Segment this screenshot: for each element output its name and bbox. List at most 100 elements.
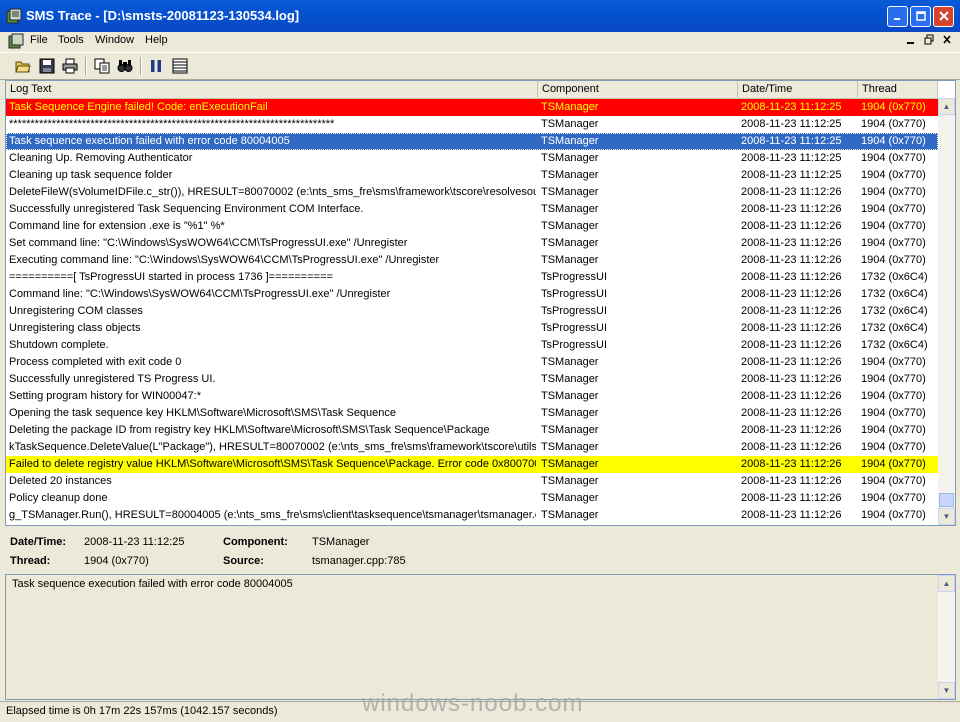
datetime-cell: 2008-11-23 11:12:26 xyxy=(741,220,842,232)
mdi-close-button[interactable] xyxy=(942,34,952,49)
scroll-down-button[interactable]: ▼ xyxy=(938,682,955,699)
thread-cell: 1904 (0x770) xyxy=(861,407,926,419)
component-cell: TSManager xyxy=(541,203,599,215)
datetime-cell: 2008-11-23 11:12:26 xyxy=(741,407,842,419)
component-cell: TSManager xyxy=(541,186,599,198)
toolbar xyxy=(0,52,960,80)
log-row[interactable]: Task Sequence Engine failed! Code: enExe… xyxy=(6,99,938,116)
log-row[interactable]: Process completed with exit code 0 TSMana… xyxy=(6,354,938,371)
log-row[interactable]: Shutdown complete. TsProgressUI 2008-11-23… xyxy=(6,337,938,354)
log-row[interactable]: ==========[ TsProgressUI started in proc… xyxy=(6,269,938,286)
log-list-scrollbar[interactable]: ▲ ▼ xyxy=(938,98,955,525)
component-cell: TSManager xyxy=(541,254,599,266)
log-row[interactable]: Cleaning Up. Removing Authenticator TSMan… xyxy=(6,150,938,167)
datetime-cell: 2008-11-23 11:12:25 xyxy=(741,135,842,147)
toolbar-separator xyxy=(85,57,87,75)
log-row[interactable]: Unregistering COM classes TsProgressUI 200… xyxy=(6,303,938,320)
log-text-cell: Successfully unregistered TS Progress UI… xyxy=(9,373,216,385)
log-text-cell: Set command line: "C:\Windows\SysWOW64\C… xyxy=(9,237,408,249)
thread-cell: 1904 (0x770) xyxy=(861,169,926,181)
datetime-cell: 2008-11-23 11:12:26 xyxy=(741,356,842,368)
datetime-cell: 2008-11-23 11:12:26 xyxy=(741,271,842,283)
thread-cell: 1732 (0x6C4) xyxy=(861,305,928,317)
log-text-cell: Setting program history for WIN00047:* xyxy=(9,390,201,402)
column-header-thread[interactable]: Thread xyxy=(858,81,938,97)
log-row[interactable]: ****************************************… xyxy=(6,116,938,133)
menu-file[interactable]: File xyxy=(30,34,48,46)
component-cell: TSManager xyxy=(541,458,599,470)
message-text-area[interactable]: Task sequence execution failed with erro… xyxy=(5,574,956,700)
log-row[interactable]: Policy cleanup done TSManager 2008-11-23 1… xyxy=(6,490,938,507)
thread-value: 1904 (0x770) xyxy=(84,555,149,567)
thread-cell: 1904 (0x770) xyxy=(861,186,926,198)
window-title: SMS Trace - [D:\smsts-20081123-130534.lo… xyxy=(26,8,300,23)
log-row[interactable]: Command line for extension .exe is "%1" … xyxy=(6,218,938,235)
datetime-cell: 2008-11-23 11:12:26 xyxy=(741,254,842,266)
menu-help[interactable]: Help xyxy=(145,34,168,46)
document-icon[interactable] xyxy=(8,33,24,49)
datetime-cell: 2008-11-23 11:12:26 xyxy=(741,475,842,487)
log-row[interactable]: Failed to delete registry value HKLM\Sof… xyxy=(6,456,938,473)
minimize-button[interactable] xyxy=(887,6,908,27)
datetime-cell: 2008-11-23 11:12:26 xyxy=(741,373,842,385)
datetime-cell: 2008-11-23 11:12:26 xyxy=(741,322,842,334)
log-row[interactable]: Setting program history for WIN00047:* TS… xyxy=(6,388,938,405)
log-row[interactable]: Unregistering class objects TsProgressUI 2… xyxy=(6,320,938,337)
scroll-up-button[interactable]: ▲ xyxy=(938,98,955,115)
datetime-cell: 2008-11-23 11:12:25 xyxy=(741,152,842,164)
log-row[interactable]: Opening the task sequence key HKLM\Softw… xyxy=(6,405,938,422)
filter-icon xyxy=(172,58,188,74)
thread-cell: 1904 (0x770) xyxy=(861,203,926,215)
menu-tools[interactable]: Tools xyxy=(58,34,84,46)
log-row[interactable]: Cleaning up task sequence folder TSManage… xyxy=(6,167,938,184)
log-text-cell: Shutdown complete. xyxy=(9,339,109,351)
log-row[interactable]: Successfully unregistered TS Progress UI… xyxy=(6,371,938,388)
log-row[interactable]: g_TSManager.Run(), HRESULT=80004005 (e:\… xyxy=(6,507,938,524)
column-header-datetime[interactable]: Date/Time xyxy=(738,81,858,97)
log-text-cell: Unregistering COM classes xyxy=(9,305,143,317)
log-row[interactable]: Successfully unregistered Task Sequencin… xyxy=(6,201,938,218)
scroll-thumb[interactable] xyxy=(939,493,954,507)
log-text-cell: Failed to delete registry value HKLM\Sof… xyxy=(9,458,536,470)
datetime-cell: 2008-11-23 11:12:25 xyxy=(741,118,842,130)
menu-window[interactable]: Window xyxy=(95,34,134,46)
minimize-icon xyxy=(893,18,900,20)
close-button[interactable] xyxy=(933,6,954,27)
mdi-restore-button[interactable] xyxy=(924,34,934,49)
component-cell: TSManager xyxy=(541,169,599,181)
component-cell: TsProgressUI xyxy=(541,288,608,300)
log-row[interactable]: Task sequence execution failed with erro… xyxy=(6,133,938,150)
print-button[interactable] xyxy=(60,57,80,75)
log-list[interactable]: Log Text Component Date/Time Thread Task… xyxy=(5,80,956,526)
log-row[interactable]: kTaskSequence.DeleteValue(L"Package"), H… xyxy=(6,439,938,456)
datetime-cell: 2008-11-23 11:12:26 xyxy=(741,288,842,300)
toolbar-separator xyxy=(140,57,142,75)
column-header-log-text[interactable]: Log Text xyxy=(6,81,538,97)
thread-cell: 1904 (0x770) xyxy=(861,118,926,130)
scroll-up-button[interactable]: ▲ xyxy=(938,575,955,592)
thread-cell: 1904 (0x770) xyxy=(861,101,926,113)
log-row[interactable]: Command line: "C:\Windows\SysWOW64\CCM\T… xyxy=(6,286,938,303)
copy-button[interactable] xyxy=(92,57,112,75)
thread-cell: 1904 (0x770) xyxy=(861,509,926,521)
filter-button[interactable] xyxy=(170,57,190,75)
thread-cell: 1904 (0x770) xyxy=(861,254,926,266)
save-button[interactable] xyxy=(37,57,57,75)
find-button[interactable] xyxy=(115,57,135,75)
log-row[interactable]: Deleting the package ID from registry ke… xyxy=(6,422,938,439)
scroll-down-button[interactable]: ▼ xyxy=(938,508,955,525)
pause-button[interactable] xyxy=(146,57,166,75)
datetime-cell: 2008-11-23 11:12:26 xyxy=(741,458,842,470)
log-row[interactable]: DeleteFileW(sVolumeIDFile.c_str()), HRES… xyxy=(6,184,938,201)
open-button[interactable] xyxy=(13,57,33,75)
copy-icon xyxy=(94,58,110,74)
restore-icon xyxy=(924,34,934,45)
message-scrollbar[interactable]: ▲ ▼ xyxy=(938,575,955,699)
log-row[interactable]: Executing command line: "C:\Windows\SysW… xyxy=(6,252,938,269)
log-row[interactable]: Set command line: "C:\Windows\SysWOW64\C… xyxy=(6,235,938,252)
mdi-minimize-button[interactable] xyxy=(906,34,916,49)
column-header-component[interactable]: Component xyxy=(538,81,738,97)
log-row[interactable]: Deleted 20 instances TSManager 2008-11-23 … xyxy=(6,473,938,490)
maximize-button[interactable] xyxy=(910,6,931,27)
datetime-value: 2008-11-23 11:12:25 xyxy=(84,536,185,548)
